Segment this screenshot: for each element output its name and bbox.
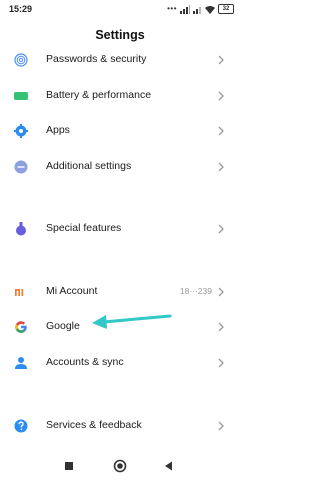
annotation-arrow <box>92 314 172 329</box>
back-triangle-icon[interactable] <box>164 459 174 473</box>
recents-square-icon[interactable] <box>64 459 74 473</box>
home-circle-icon[interactable] <box>113 459 127 473</box>
navigation-bar <box>0 451 240 481</box>
